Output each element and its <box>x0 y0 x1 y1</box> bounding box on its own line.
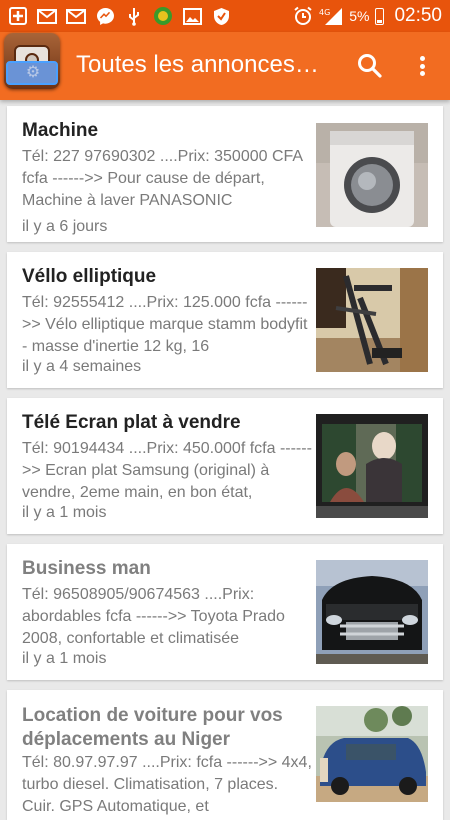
listing-title: Location de voiture pour vos déplacement… <box>22 705 283 750</box>
ball-icon <box>153 7 173 25</box>
page-title: Toutes les annonces… <box>76 51 319 78</box>
image-icon <box>182 7 202 25</box>
listing-image <box>316 123 428 227</box>
listing-description: Tél: 80.97.97.97 ....Prix: fcfa ------>>… <box>22 754 312 815</box>
listing-title: Véllo elliptique <box>22 266 157 287</box>
messenger-icon <box>95 7 115 25</box>
listing-image <box>316 414 428 518</box>
listing-time: il y a 6 jours <box>22 218 108 235</box>
app-bar: Toutes les annonces… <box>0 32 450 100</box>
settings-badge[interactable]: ⚙ <box>6 61 58 85</box>
signal-4g-icon: 4G <box>319 7 343 25</box>
mail-icon <box>66 7 86 25</box>
listing-card[interactable]: Machine Tél: 227 97690302 ....Prix: 3500… <box>7 106 443 242</box>
listing-time: il y a 1 mois <box>22 504 107 521</box>
battery-icon <box>375 7 385 25</box>
listing-image <box>316 706 428 802</box>
svg-text:4G: 4G <box>319 8 330 17</box>
clock: 02:50 <box>394 5 442 26</box>
listing-description: Tél: 92555412 ....Prix: 125.000 fcfa ---… <box>22 294 308 355</box>
listing-description: Tél: 227 97690302 ....Prix: 350000 CFA f… <box>22 148 303 209</box>
gear-icon: ⚙ <box>25 62 41 81</box>
listing-description: Tél: 90194434 ....Prix: 450.000f fcfa --… <box>22 440 312 501</box>
shield-icon <box>211 7 231 25</box>
listing-title: Machine <box>22 120 99 141</box>
listing-image <box>316 560 428 664</box>
listing-card[interactable]: Véllo elliptique Tél: 92555412 ....Prix:… <box>7 252 443 388</box>
listing-card[interactable]: Télé Ecran plat à vendre Tél: 90194434 .… <box>7 398 443 534</box>
usb-icon <box>124 7 144 26</box>
listing-title: Télé Ecran plat à vendre <box>22 412 241 433</box>
listing-card[interactable]: Business man Tél: 96508905/90674563 ....… <box>7 544 443 680</box>
more-vert-icon[interactable] <box>410 52 434 80</box>
listing-description: Tél: 96508905/90674563 ....Prix: abordab… <box>22 586 285 647</box>
listing-time: il y a 4 semaines <box>22 358 142 375</box>
search-icon[interactable] <box>356 52 384 80</box>
add-icon <box>8 7 28 25</box>
status-bar: 4G 5% 02:50 <box>0 0 450 32</box>
battery-percent: 5% <box>349 8 370 24</box>
listing-title: Business man <box>22 558 151 579</box>
mail-icon <box>37 7 57 25</box>
listing-image <box>316 268 428 372</box>
listing-card[interactable]: Location de voiture pour vos déplacement… <box>7 690 443 820</box>
alarm-icon <box>293 6 313 25</box>
listing-time: il y a 1 mois <box>22 650 107 667</box>
